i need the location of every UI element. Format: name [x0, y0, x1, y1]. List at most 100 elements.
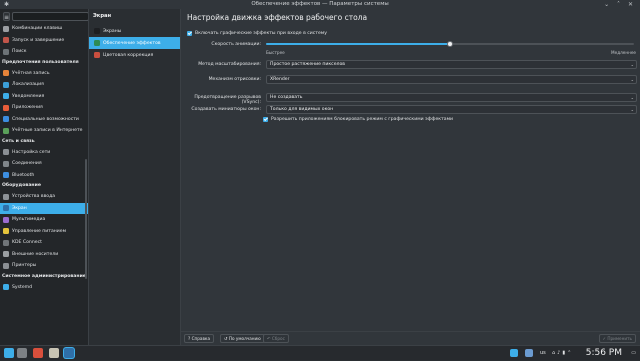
system-settings-taskbar-icon[interactable] — [64, 348, 74, 358]
sidebar-item-icon — [3, 70, 9, 77]
sidebar-item-label: Bluetooth — [12, 172, 35, 178]
button-bar: ? Справка ↺ По умолчанию ↶ Сброс ✓ Приме… — [181, 331, 640, 345]
help-button[interactable]: ? Справка — [184, 334, 215, 343]
sidebar-item-icon — [3, 48, 9, 55]
sidebar-item-icon — [3, 37, 9, 44]
thumbnails-select[interactable]: Только для видимых окон ⌄ — [266, 105, 637, 114]
sidebar-item[interactable]: Bluetooth — [0, 170, 88, 182]
sidebar-item[interactable]: Приложения — [0, 102, 88, 114]
render-backend-value: XRender — [270, 77, 290, 82]
system-tray-icons[interactable]: ⌂♪▮⌃ — [552, 346, 573, 361]
sidebar-item-label: Учётные записи в Интернете — [12, 128, 83, 134]
sidebar-item[interactable]: Поиск — [0, 46, 88, 58]
subcategory-list: Экраны Обеспечение эффектов Цветовая корре… — [89, 25, 180, 61]
sidebar-item[interactable]: Настройка сети — [0, 147, 88, 159]
help-button-label: Справка — [191, 336, 211, 341]
clock[interactable]: 5:56 PM — [586, 346, 622, 361]
subcategory-panel: Экран Экраны Обеспечение эффектов Цветовая… — [89, 9, 181, 345]
sidebar-item-label: Настройка сети — [12, 149, 51, 155]
sidebar-item-label: Экран — [12, 205, 27, 211]
sidebar-item[interactable]: Внешние носители — [0, 249, 88, 261]
sidebar-item[interactable]: KDE Connect — [0, 237, 88, 249]
sidebar-search-input[interactable] — [12, 12, 88, 21]
network-tray-icon[interactable] — [510, 349, 518, 357]
settings-sidebar: ≡ Комбинации клавиш Запуск и завершение По… — [0, 9, 89, 345]
subcategory-item-label: Цветовая коррекция — [103, 52, 154, 58]
subpanel-title: Экран — [93, 13, 112, 19]
render-backend-select[interactable]: XRender ⌄ — [266, 75, 637, 84]
window-menu-icon[interactable]: ✱ — [4, 0, 9, 9]
sidebar-item[interactable]: Учётная запись — [0, 68, 88, 80]
sidebar-item[interactable]: Соединения — [0, 158, 88, 170]
sidebar-item-label: Запуск и завершение — [12, 37, 65, 43]
sidebar-item[interactable]: Systemd — [0, 282, 88, 294]
defaults-button-label: По умолчанию — [228, 336, 261, 341]
window-controls[interactable]: ⌄ ˄ ✕ — [604, 0, 636, 9]
reset-button-label: Сброс — [271, 336, 285, 341]
sidebar-item[interactable]: Уведомления — [0, 91, 88, 103]
sidebar-item[interactable]: Принтеры — [0, 260, 88, 272]
subcategory-item-label: Обеспечение эффектов — [103, 40, 161, 46]
sidebar-category-heading: Системное администрирование — [2, 273, 86, 279]
subcategory-item[interactable]: Цветовая коррекция — [89, 49, 180, 61]
enable-effects-label: Включать графические эффекты при входе в… — [195, 31, 327, 36]
sidebar-item-label: Комбинации клавиш — [12, 26, 63, 32]
subcategory-item-icon — [94, 40, 100, 46]
show-desktop-icon[interactable]: ▭ — [631, 346, 636, 361]
sidebar-item[interactable]: Управление питанием — [0, 226, 88, 238]
slider-handle[interactable] — [447, 41, 453, 47]
sidebar-item-label: KDE Connect — [12, 240, 42, 246]
sidebar-item[interactable]: Экран — [0, 202, 88, 214]
enable-effects-checkbox[interactable]: Включать графические эффекты при входе в… — [187, 31, 327, 36]
checkbox-checked-icon — [187, 31, 192, 36]
scale-method-value: Простое растяжение пикселов — [270, 62, 345, 67]
sidebar-scrollbar[interactable] — [85, 159, 87, 279]
sidebar-item-label: Учётная запись — [12, 70, 50, 76]
sidebar-item-icon — [3, 81, 9, 88]
apply-button[interactable]: ✓ Применить — [598, 334, 636, 343]
sidebar-item[interactable]: Специальные возможности — [0, 114, 88, 126]
sidebar-item-label: Управление питанием — [12, 228, 67, 234]
sidebar-item-icon — [3, 216, 9, 223]
sidebar-item-icon — [3, 228, 9, 235]
clipboard-tray-icon[interactable] — [525, 349, 533, 357]
sidebar-item-label: Принтеры — [12, 263, 37, 269]
sidebar-item[interactable]: Учётные записи в Интернете — [0, 125, 88, 137]
sidebar-item[interactable]: Запуск и завершение — [0, 35, 88, 47]
sidebar-item[interactable]: Локализация — [0, 79, 88, 91]
subcategory-item[interactable]: Обеспечение эффектов — [89, 37, 180, 49]
animation-speed-slider[interactable] — [266, 39, 634, 49]
hamburger-menu-icon[interactable]: ≡ — [3, 12, 11, 21]
sidebar-item[interactable]: Комбинации клавиш — [0, 23, 88, 35]
sidebar-item-icon — [3, 116, 9, 123]
browser-icon[interactable] — [33, 348, 43, 358]
keyboard-layout-indicator[interactable]: us — [540, 346, 546, 361]
window-title: Обеспечение эффектов — Параметры системы — [251, 1, 389, 7]
reset-button[interactable]: ↶ Сброс — [263, 334, 289, 343]
sidebar-item-label: Мультимедиа — [12, 217, 46, 223]
sidebar-item-label: Приложения — [12, 105, 43, 111]
speed-min-label: Быстрее — [266, 50, 285, 55]
sidebar-item[interactable]: Мультимедиа — [0, 214, 88, 226]
sidebar-item-label: Поиск — [12, 49, 27, 55]
defaults-button[interactable]: ↺ По умолчанию — [220, 334, 265, 343]
app-launcher-icon[interactable] — [4, 348, 14, 358]
scale-method-select[interactable]: Простое растяжение пикселов ⌄ — [266, 60, 637, 69]
thumbnails-label: Создавать миниатюры окон: — [191, 107, 261, 112]
text-editor-icon[interactable] — [49, 348, 59, 358]
checkbox-checked-icon — [263, 117, 268, 122]
sidebar-item-icon — [3, 205, 9, 212]
sidebar-item-icon — [3, 262, 9, 269]
tearing-select[interactable]: Не создавать ⌄ — [266, 93, 637, 102]
file-manager-icon[interactable] — [17, 348, 27, 358]
sidebar-item-icon — [3, 172, 9, 179]
thumbnails-value: Только для видимых окон — [270, 107, 334, 112]
allow-block-checkbox[interactable]: Разрешить приложениям блокировать режим … — [263, 117, 453, 122]
sidebar-category-heading: Предпочтения пользователя — [2, 59, 79, 65]
sidebar-item-icon — [3, 284, 9, 291]
sidebar-item-icon — [3, 25, 9, 32]
chevron-down-icon: ⌄ — [630, 95, 634, 100]
sidebar-item[interactable]: Устройства ввода — [0, 191, 88, 203]
subcategory-item[interactable]: Экраны — [89, 25, 180, 37]
taskbar: us ⌂♪▮⌃ 5:56 PM ▭ — [0, 345, 640, 360]
